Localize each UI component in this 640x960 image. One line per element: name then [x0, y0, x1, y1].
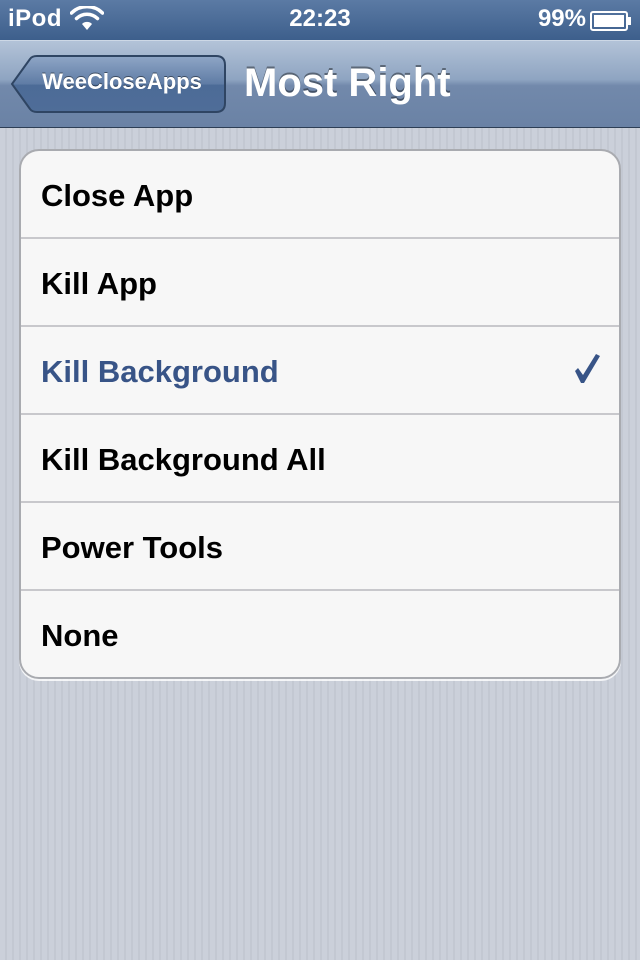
back-button-label: WeeCloseApps [42, 69, 202, 94]
option-label: Kill App [41, 266, 157, 301]
option-close-app[interactable]: Close App [21, 151, 619, 239]
page-title: Most Right [244, 61, 451, 105]
options-list: Close App Kill App Kill Background Kill … [19, 149, 621, 679]
status-bar: iPod 22:23 99% [0, 0, 640, 40]
option-label: Kill Background [41, 354, 279, 389]
option-power-tools[interactable]: Power Tools [21, 503, 619, 591]
option-kill-background[interactable]: Kill Background [21, 327, 619, 415]
checkmark-icon [573, 353, 601, 385]
back-button[interactable]: WeeCloseApps [10, 55, 226, 113]
option-label: Kill Background All [41, 442, 326, 477]
option-label: Close App [41, 178, 194, 213]
navigation-bar: WeeCloseApps Most Right [0, 40, 640, 128]
battery-percent: 99% [537, 5, 586, 32]
option-kill-app[interactable]: Kill App [21, 239, 619, 327]
option-label: Power Tools [41, 530, 224, 565]
option-label: None [41, 618, 119, 653]
battery-icon [590, 10, 632, 31]
option-none[interactable]: None [21, 591, 619, 677]
option-kill-background-all[interactable]: Kill Background All [21, 415, 619, 503]
